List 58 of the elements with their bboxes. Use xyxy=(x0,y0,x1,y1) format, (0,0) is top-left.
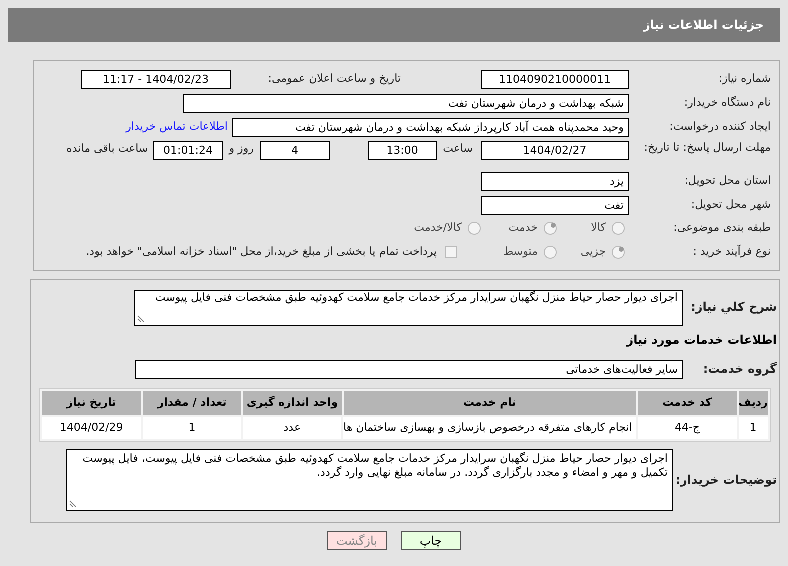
field-label: استان محل تحویل: xyxy=(684,172,772,189)
field-label: ایجاد کننده درخواست: xyxy=(668,118,772,135)
table-cell: 1404/02/29 xyxy=(42,417,142,439)
resize-grip-icon[interactable] xyxy=(69,500,77,508)
checkbox-label: پرداخت تمام یا بخشی از مبلغ خرید،از محل "اسناد خزانه اسلامی" خواهد بود. xyxy=(86,244,437,260)
option-label: کالا xyxy=(591,220,606,236)
input-field[interactable]: 4 xyxy=(260,141,330,160)
notes-textarea[interactable]: اجرای دیوار حصار حیاط منزل نگهبان سرایدار مرکز خدمات جامع سلامت کهدوئیه طبق مشخصات فنی فایل پیوست، فایل پیوست تکمیل و مهر و امضاء و مجدد بارگزاری گردد. در سامانه مبلغ نهایی وارد گردد. xyxy=(66,449,673,511)
column-header: واحد اندازه گیری xyxy=(243,391,342,415)
input-field[interactable]: 01:01:24 xyxy=(153,141,224,160)
radio-button[interactable] xyxy=(468,222,481,235)
print-button[interactable]: چاپ xyxy=(401,531,461,550)
section-heading: اطلاعات خدمات مورد نیاز xyxy=(626,332,778,349)
field-label: تاریخ و ساعت اعلان عمومی: xyxy=(267,70,401,87)
resize-grip-icon[interactable] xyxy=(137,315,145,323)
table-cell: ج-44 xyxy=(638,417,737,439)
field-label: شهر محل تحویل: xyxy=(690,196,772,213)
input-field[interactable]: سایر فعالیت‌های خدماتی xyxy=(135,360,683,378)
field-label: طبقه بندی موضوعی: xyxy=(672,220,772,236)
table-cell: 1 xyxy=(738,417,768,439)
option-label: کالا/خدمت xyxy=(414,220,462,236)
radio-button[interactable] xyxy=(612,222,625,235)
column-header: نام خدمت xyxy=(344,391,636,415)
field-label: شرح کلي نياز: xyxy=(690,299,778,316)
input-field[interactable]: یزد xyxy=(481,172,629,190)
input-field[interactable]: 1104090210000011 xyxy=(481,70,629,88)
field-label: ساعت باقی مانده xyxy=(66,141,150,157)
radio-button[interactable] xyxy=(612,246,625,258)
input-field[interactable]: شبکه بهداشت و درمان شهرستان تفت xyxy=(183,94,629,112)
column-header: تاریخ نیاز xyxy=(42,391,142,415)
field-label: گروه خدمت: xyxy=(702,361,778,378)
radio-button[interactable] xyxy=(544,222,557,235)
field-label: شماره نیاز: xyxy=(718,70,772,87)
option-label: جزیی xyxy=(580,244,606,260)
page-title: جزئیات اطلاعات نیاز xyxy=(643,17,764,34)
column-header: کد خدمت xyxy=(638,391,737,415)
column-header: تعداد / مقدار xyxy=(143,391,242,415)
option-label: متوسط xyxy=(503,244,538,260)
table-cell: انجام کارهای متفرقه درخصوص بازسازی و بهسازی ساختمان ها xyxy=(343,417,636,439)
field-label: توضیحات خریدار: xyxy=(674,472,778,489)
input-field[interactable]: 13:00 xyxy=(368,141,437,160)
radio-button[interactable] xyxy=(544,246,557,258)
field-label: نام دستگاه خریدار: xyxy=(683,94,772,111)
column-header: ردیف xyxy=(738,391,768,415)
checkbox[interactable] xyxy=(445,246,457,258)
description-textarea[interactable]: اجرای دیوار حصار حیاط منزل نگهبان سرایدار مرکز خدمات جامع سلامت کهدوئیه طبق مشخصات فنی فایل پیوست xyxy=(134,290,683,326)
field-label: مهلت ارسال پاسخ: تا تاریخ: xyxy=(643,141,772,155)
input-field[interactable]: تفت xyxy=(481,196,629,214)
field-label: روز و xyxy=(228,141,255,157)
contact-link[interactable]: اطلاعات تماس خریدار xyxy=(126,118,228,136)
input-field[interactable]: 1404/02/27 xyxy=(481,141,629,160)
table-cell: عدد xyxy=(243,417,342,439)
input-field[interactable]: 1404/02/23 - 11:17 xyxy=(81,70,231,88)
input-field[interactable]: وحید محمدپناه همت آباد کارپرداز شبکه بهداشت و درمان شهرستان تفت xyxy=(232,118,629,136)
table-cell: 1 xyxy=(143,417,242,439)
field-label: نوع فرآیند خرید : xyxy=(692,244,772,260)
field-label: ساعت xyxy=(442,141,474,157)
option-label: خدمت xyxy=(508,220,538,236)
